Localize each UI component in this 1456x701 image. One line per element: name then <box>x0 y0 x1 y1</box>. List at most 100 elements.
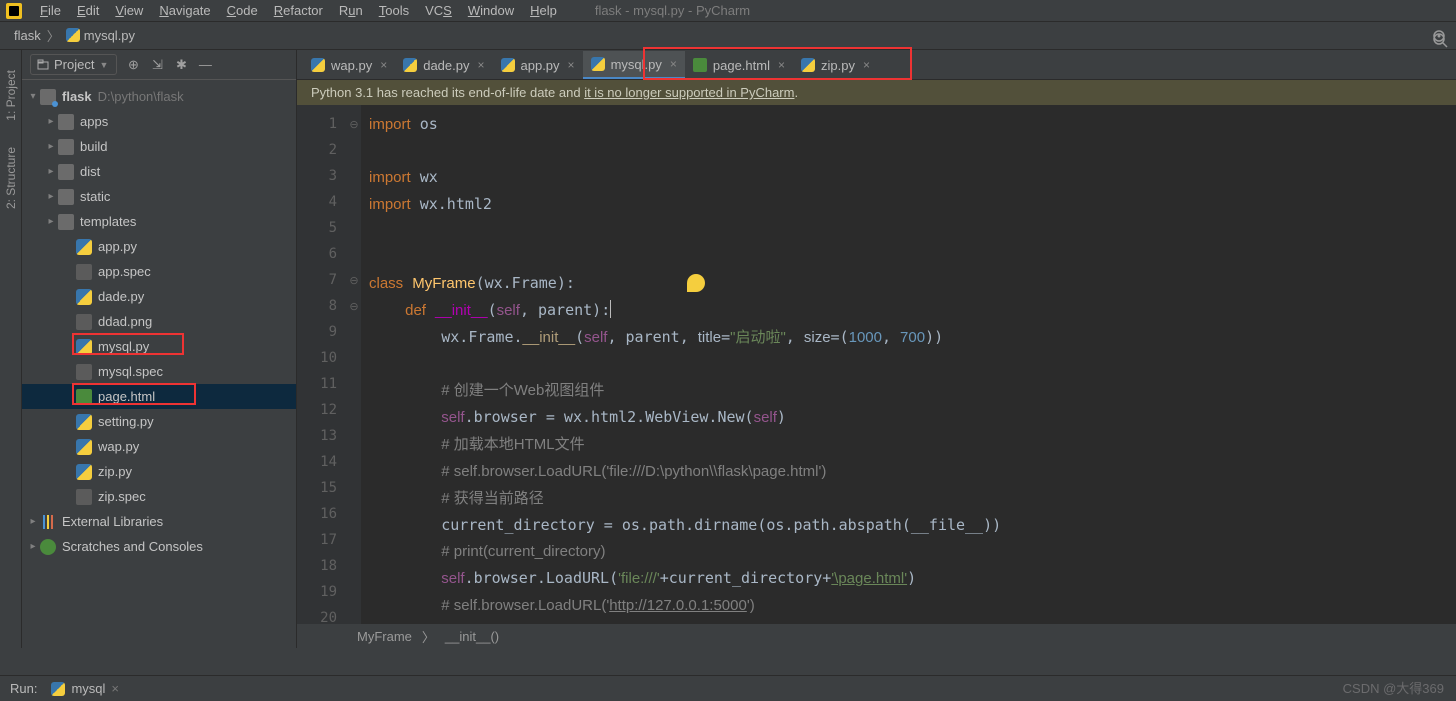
expand-icon[interactable]: ⇲ <box>149 57 165 73</box>
close-icon[interactable]: × <box>477 58 484 72</box>
menu-edit[interactable]: Edit <box>69 1 107 20</box>
module-icon <box>40 89 56 105</box>
close-icon[interactable]: × <box>111 681 119 696</box>
tree-file[interactable]: wap.py <box>22 434 296 459</box>
menu-navigate[interactable]: Navigate <box>151 1 218 20</box>
pycharm-logo-icon <box>6 3 22 19</box>
tree-folder-static[interactable]: static <box>22 184 296 209</box>
tree-scratches[interactable]: Scratches and Consoles <box>22 534 296 559</box>
code-editor[interactable]: 1234567891011121314151617181920 ⊖ ⊖⊖ imp… <box>297 105 1456 624</box>
tree-file[interactable]: dade.py <box>22 284 296 309</box>
crumb-project[interactable]: flask <box>14 28 41 43</box>
menu-view[interactable]: View <box>107 1 151 20</box>
project-tree[interactable]: flask D:\python\flask apps build dist st… <box>22 80 296 648</box>
watermark: CSDN @大得369 <box>1343 678 1444 697</box>
editor-tab[interactable]: wap.py × <box>303 51 395 79</box>
tree-external-libs[interactable]: External Libraries <box>22 509 296 534</box>
tree-label: mysql.spec <box>98 364 163 379</box>
crumb-file[interactable]: mysql.py <box>66 28 135 43</box>
toolwin-structure-button[interactable]: 2: Structure <box>4 147 18 209</box>
folder-icon <box>58 189 74 205</box>
tree-file[interactable]: setting.py <box>22 409 296 434</box>
folder-icon <box>58 114 74 130</box>
close-icon[interactable]: × <box>380 58 387 72</box>
tree-label: app.py <box>98 239 137 254</box>
close-icon[interactable]: × <box>863 58 870 72</box>
python-file-icon <box>76 289 92 305</box>
gear-icon[interactable]: ✱ <box>173 57 189 73</box>
file-icon <box>76 264 92 280</box>
search-icon[interactable] <box>1432 32 1450 50</box>
tree-label: wap.py <box>98 439 139 454</box>
python-file-icon <box>591 57 605 71</box>
menu-tools[interactable]: Tools <box>371 1 417 20</box>
tree-file[interactable]: mysql.spec <box>22 359 296 384</box>
tree-file[interactable]: app.spec <box>22 259 296 284</box>
hide-icon[interactable]: — <box>197 57 213 72</box>
breadcrumb-function[interactable]: __init__() <box>445 629 499 644</box>
python-file-icon <box>801 58 815 72</box>
toolwin-project-button[interactable]: 1: Project <box>4 70 18 121</box>
line-gutter: 1234567891011121314151617181920 <box>297 105 347 624</box>
fold-column[interactable]: ⊖ ⊖⊖ <box>347 105 361 624</box>
close-icon[interactable]: × <box>778 58 785 72</box>
tree-label: static <box>80 189 110 204</box>
tab-label: wap.py <box>331 58 372 73</box>
menu-file[interactable]: File <box>32 1 69 20</box>
tree-label: dade.py <box>98 289 144 304</box>
tree-folder-build[interactable]: build <box>22 134 296 159</box>
python-file-icon <box>66 28 80 42</box>
python-file-icon <box>76 339 92 355</box>
tree-file-page-html[interactable]: page.html <box>22 384 296 409</box>
library-icon <box>40 514 56 530</box>
tree-label: dist <box>80 164 100 179</box>
editor-tab[interactable]: dade.py× <box>395 51 492 79</box>
menu-vcs[interactable]: VCS <box>417 1 460 20</box>
code-text[interactable]: import os import wx import wx.html2 clas… <box>361 105 1456 624</box>
navigation-bar: flask 〉 mysql.py <box>0 22 1456 50</box>
tree-label: apps <box>80 114 108 129</box>
breadcrumb-class[interactable]: MyFrame <box>357 629 412 644</box>
tree-label: mysql.py <box>98 339 149 354</box>
tree-file-mysql[interactable]: mysql.py <box>22 334 296 359</box>
close-icon[interactable]: × <box>670 57 677 71</box>
tree-file[interactable]: app.py <box>22 234 296 259</box>
menu-refactor[interactable]: Refactor <box>266 1 331 20</box>
html-file-icon <box>693 58 707 72</box>
tree-folder-dist[interactable]: dist <box>22 159 296 184</box>
run-tab[interactable]: mysql × <box>51 681 119 696</box>
python-file-icon <box>51 682 65 696</box>
scratches-icon <box>40 539 56 555</box>
tree-label: ddad.png <box>98 314 152 329</box>
folder-icon <box>58 214 74 230</box>
select-open-icon[interactable]: ⊕ <box>125 57 141 73</box>
tree-label: External Libraries <box>62 514 163 529</box>
folder-icon <box>58 164 74 180</box>
run-tab-label: mysql <box>71 681 105 696</box>
tree-file[interactable]: zip.spec <box>22 484 296 509</box>
tree-label: setting.py <box>98 414 154 429</box>
tree-root[interactable]: flask D:\python\flask <box>22 84 296 109</box>
menu-run[interactable]: Run <box>331 1 371 20</box>
editor-tab[interactable]: page.html× <box>685 51 793 79</box>
python-file-icon <box>403 58 417 72</box>
chevron-down-icon: ▼ <box>99 60 108 70</box>
project-scope-label: Project <box>54 57 94 72</box>
menu-window[interactable]: Window <box>460 1 522 20</box>
project-panel-header: Project ▼ ⊕ ⇲ ✱ — <box>22 50 296 80</box>
tree-folder-templates[interactable]: templates <box>22 209 296 234</box>
menu-code[interactable]: Code <box>219 1 266 20</box>
interpreter-warning-banner[interactable]: Python 3.1 has reached its end-of-life d… <box>297 80 1456 105</box>
close-icon[interactable]: × <box>568 58 575 72</box>
tree-file[interactable]: zip.py <box>22 459 296 484</box>
project-scope-selector[interactable]: Project ▼ <box>30 54 117 75</box>
image-file-icon <box>76 314 92 330</box>
editor-tab[interactable]: zip.py× <box>793 51 878 79</box>
editor-tab-active[interactable]: mysql.py× <box>583 51 685 79</box>
tree-file[interactable]: ddad.png <box>22 309 296 334</box>
editor-tab[interactable]: app.py× <box>493 51 583 79</box>
tree-folder-apps[interactable]: apps <box>22 109 296 134</box>
editor-breadcrumb[interactable]: MyFrame 〉 __init__() <box>297 624 1456 648</box>
menu-help[interactable]: Help <box>522 1 565 20</box>
intention-bulb-icon[interactable] <box>687 274 705 292</box>
